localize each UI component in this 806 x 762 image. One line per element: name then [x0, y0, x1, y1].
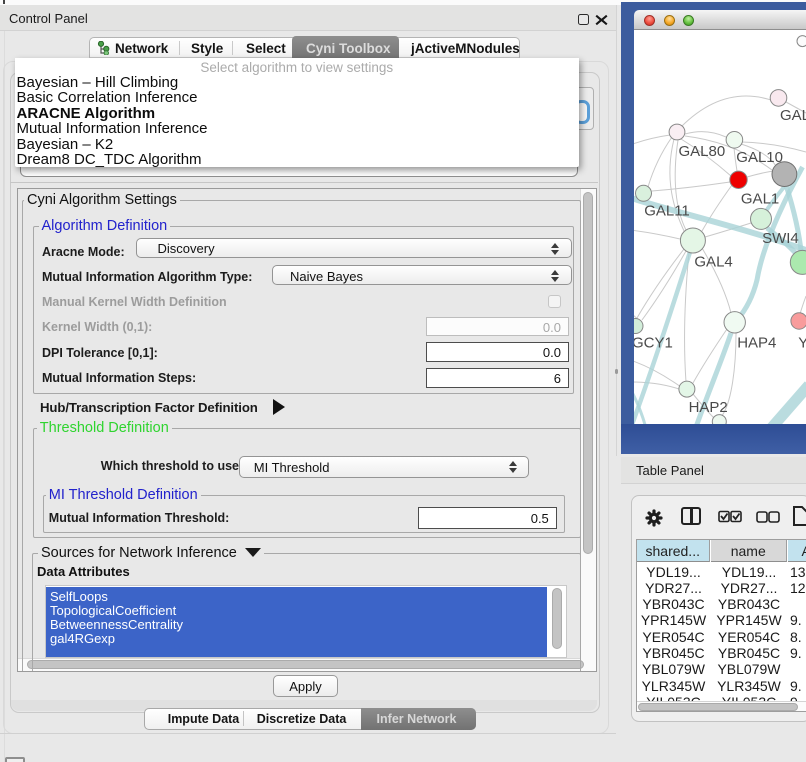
svg-text:HAP2: HAP2	[689, 399, 728, 416]
svg-text:GAL10: GAL10	[736, 149, 783, 166]
svg-text:GAL1: GAL1	[741, 190, 779, 207]
svg-text:GCY1: GCY1	[634, 335, 673, 352]
svg-text:GAL4: GAL4	[694, 253, 732, 270]
svg-text:HAP4: HAP4	[737, 335, 776, 352]
svg-text:GAL80: GAL80	[679, 143, 726, 160]
svg-text:GAL7: GAL7	[780, 107, 806, 124]
svg-text:Y: Y	[798, 335, 806, 352]
svg-text:GAL11: GAL11	[644, 203, 690, 220]
svg-text:SWI4: SWI4	[762, 230, 799, 247]
